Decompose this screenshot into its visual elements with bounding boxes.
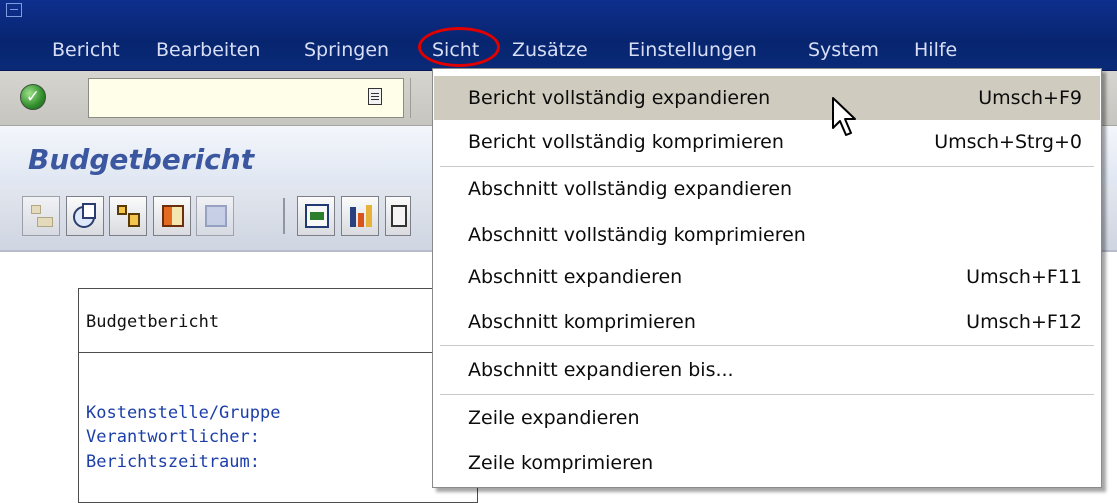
menu-system[interactable]: System [808,38,879,62]
toolbar-separator [410,78,411,118]
menu-item-label: Zeile komprimieren [468,452,654,474]
info-icon [205,205,227,227]
menu-item-abschnitt-expandieren-bis[interactable]: Abschnitt expandieren bis... [434,348,1100,392]
hierarchy-button[interactable] [22,196,60,236]
menu-item-abschnitt-expandieren[interactable]: Abschnitt expandieren Umsch+F11 [434,255,1100,299]
menu-item-label: Abschnitt expandieren [468,266,683,288]
info-button[interactable] [196,196,234,236]
chart-button[interactable] [341,196,379,236]
toolbar-separator [283,198,285,234]
menu-item-shortcut: Umsch+Strg+0 [934,131,1082,153]
enter-check-icon[interactable]: ✓ [20,84,46,110]
layout-button[interactable] [153,196,191,236]
menu-item-bericht-vollstaendig-expandieren[interactable]: Bericht vollständig expandieren Umsch+F9 [434,76,1100,120]
menu-item-abschnitt-komprimieren[interactable]: Abschnitt komprimieren Umsch+F12 [434,300,1100,344]
menu-item-zeile-expandieren[interactable]: Zeile expandieren [434,396,1100,440]
mouse-pointer-icon [832,97,856,136]
menu-item-shortcut: Umsch+F9 [978,87,1082,109]
menu-item-shortcut: Umsch+F11 [966,266,1082,288]
field-label-responsible[interactable]: Verantwortlicher: [86,426,260,448]
menu-item-label: Bericht vollständig komprimieren [468,131,784,153]
menu-item-label: Abschnitt vollständig expandieren [468,178,793,200]
field-label-cost-center[interactable]: Kostenstelle/Gruppe [86,402,280,424]
export-button[interactable] [297,196,335,236]
system-menu-icon[interactable] [6,3,22,17]
sicht-highlight-circle [418,27,500,67]
menu-item-abschnitt-vollstaendig-expandieren[interactable]: Abschnitt vollständig expandieren [434,167,1100,211]
report-divider [78,352,438,353]
menu-item-bericht-vollstaendig-komprimieren[interactable]: Bericht vollständig komprimieren Umsch+S… [434,120,1100,164]
print-icon [391,205,407,227]
command-field[interactable] [88,78,404,118]
menu-separator [440,345,1094,346]
menu-item-label: Abschnitt vollständig komprimieren [468,224,806,246]
layout-icon [162,205,184,227]
menu-separator [440,394,1094,395]
hierarchy-icon [31,205,41,214]
object-button[interactable] [66,196,104,236]
structure-icon [117,205,127,215]
menu-item-abschnitt-vollstaendig-komprimieren[interactable]: Abschnitt vollständig komprimieren [434,213,1100,257]
page-title: Budgetbericht [28,143,255,176]
menu-item-shortcut: Umsch+F12 [966,311,1082,333]
menu-springen[interactable]: Springen [304,38,389,62]
menu-bearbeiten[interactable]: Bearbeiten [156,38,260,62]
report-title: Budgetbericht [86,312,220,332]
menu-item-label: Abschnitt expandieren bis... [468,359,734,381]
menu-item-label: Bericht vollständig expandieren [468,87,771,109]
menu-item-label: Zeile expandieren [468,407,640,429]
menu-zusaetze[interactable]: Zusätze [512,38,588,62]
menu-item-label: Abschnitt komprimieren [468,311,696,333]
menu-hilfe[interactable]: Hilfe [914,38,957,62]
menu-item-zeile-komprimieren[interactable]: Zeile komprimieren [434,441,1100,485]
command-history-icon[interactable] [368,88,382,105]
structure-button[interactable] [109,196,147,236]
menu-bericht[interactable]: Bericht [52,38,120,62]
menu-einstellungen[interactable]: Einstellungen [628,38,757,62]
chart-icon [350,207,356,227]
print-button[interactable] [385,196,411,236]
field-label-period[interactable]: Berichtszeitraum: [86,451,260,473]
